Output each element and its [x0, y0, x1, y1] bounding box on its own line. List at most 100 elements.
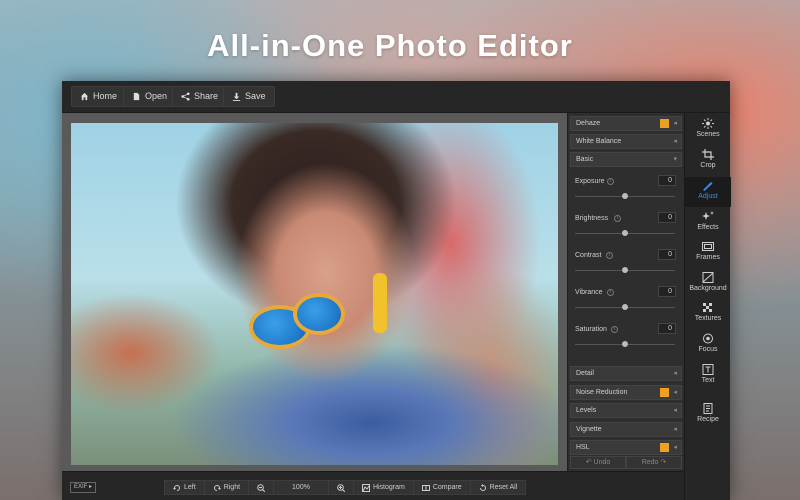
- chevron-icon: ◂: [673, 120, 677, 127]
- zoom-level: 100%: [274, 481, 329, 494]
- chevron-icon: ◂: [673, 370, 677, 377]
- reset-all-button[interactable]: Reset All: [471, 481, 526, 494]
- zoom-in-icon: [337, 483, 345, 492]
- sunglasses-right-lens: [293, 293, 345, 335]
- section-white-balance[interactable]: White Balance ◂: [570, 134, 682, 149]
- crop-icon: [702, 149, 714, 160]
- rotate-left-button[interactable]: Left: [165, 481, 205, 494]
- tool-textures[interactable]: Textures: [685, 299, 731, 329]
- section-detail-label: Detail: [576, 370, 594, 377]
- adjust-panel: Dehaze ◂ White Balance ◂ Basic ▾ Exposur…: [567, 113, 684, 500]
- photo-preview[interactable]: [71, 123, 558, 465]
- premium-badge-icon: [660, 443, 669, 452]
- home-button[interactable]: Home: [71, 86, 127, 107]
- open-button[interactable]: Open: [123, 86, 177, 107]
- tool-background[interactable]: Background: [685, 269, 731, 299]
- reset-all-label: Reset All: [489, 484, 518, 491]
- section-vignette[interactable]: Vignette ◂: [570, 422, 682, 437]
- chevron-icon: ◂: [673, 389, 677, 396]
- undo-button[interactable]: ↶ Undo: [570, 456, 626, 469]
- section-basic-label: Basic: [576, 156, 594, 163]
- tool-focus[interactable]: Focus: [685, 330, 731, 360]
- frames-icon: [702, 241, 714, 252]
- exposure-value[interactable]: 0: [658, 175, 676, 186]
- tool-adjust[interactable]: Adjust: [685, 177, 731, 207]
- exposure-label: Exposure: [575, 178, 605, 185]
- vibrance-control: Vibrance i 0: [570, 286, 682, 323]
- zoom-in-button[interactable]: [329, 481, 354, 494]
- compare-button[interactable]: Compare: [414, 481, 471, 494]
- vibrance-value[interactable]: 0: [658, 286, 676, 297]
- reset-icon: [479, 483, 486, 491]
- saturation-slider-handle[interactable]: [622, 341, 628, 347]
- brightness-slider-handle[interactable]: [622, 230, 628, 236]
- info-icon[interactable]: i: [607, 178, 614, 185]
- exposure-control: Exposure i 0: [570, 175, 682, 212]
- section-levels[interactable]: Levels ◂: [570, 403, 682, 418]
- vibrance-label: Vibrance: [575, 289, 603, 296]
- tool-sidebar: Scenes Crop Adjust Effects Frames Backgr…: [684, 113, 731, 500]
- rotate-left-icon: [173, 484, 180, 491]
- rotate-right-button[interactable]: Right: [205, 481, 250, 494]
- tool-frames[interactable]: Frames: [685, 238, 731, 268]
- section-basic[interactable]: Basic ▾: [570, 152, 682, 167]
- tool-crop-label: Crop: [700, 162, 716, 169]
- exif-button[interactable]: EXIF ▸: [70, 482, 97, 493]
- tool-crop[interactable]: Crop: [685, 146, 731, 176]
- section-dehaze-label: Dehaze: [576, 120, 601, 127]
- zoom-out-button[interactable]: [249, 481, 275, 494]
- tool-recipe[interactable]: Recipe: [685, 400, 731, 430]
- saturation-label: Saturation: [575, 326, 607, 333]
- tool-focus-label: Focus: [698, 346, 718, 353]
- info-icon[interactable]: i: [607, 289, 614, 296]
- section-dehaze[interactable]: Dehaze ◂: [570, 116, 682, 131]
- tool-background-label: Background: [689, 285, 727, 292]
- recipe-icon: [702, 403, 714, 414]
- tool-effects[interactable]: Effects: [685, 208, 731, 238]
- exif-label: EXIF: [74, 484, 88, 490]
- rotate-left-label: Left: [184, 484, 196, 491]
- home-label: Home: [93, 91, 118, 101]
- info-icon[interactable]: i: [606, 252, 613, 259]
- tool-recipe-label: Recipe: [697, 416, 719, 423]
- redo-button[interactable]: Redo ↷: [626, 456, 682, 469]
- tool-adjust-label: Adjust: [698, 193, 718, 200]
- section-noise-reduction[interactable]: Noise Reduction ◂: [570, 385, 682, 400]
- histogram-button[interactable]: Histogram: [354, 481, 414, 494]
- contrast-value[interactable]: 0: [658, 249, 676, 260]
- section-hsl[interactable]: HSL ◂: [570, 440, 682, 455]
- contrast-control: Contrast i 0: [570, 249, 682, 286]
- save-button[interactable]: Save: [223, 86, 275, 107]
- zoom-level-value: 100%: [292, 484, 310, 491]
- tool-text[interactable]: Text: [685, 361, 731, 391]
- view-controls: Left Right 100% Histogram Compare Reset …: [164, 480, 527, 495]
- undo-redo-row: ↶ Undo Redo ↷: [570, 456, 682, 469]
- section-noise-reduction-label: Noise Reduction: [576, 389, 628, 396]
- exposure-slider-handle[interactable]: [622, 193, 628, 199]
- background-icon: [702, 272, 714, 283]
- vibrance-slider-handle[interactable]: [622, 304, 628, 310]
- compare-icon: [421, 484, 430, 491]
- saturation-control: Saturation i 0: [570, 323, 682, 360]
- effects-icon: [702, 211, 714, 222]
- open-label: Open: [145, 91, 168, 101]
- top-toolbar: Home Open Share Save: [62, 81, 730, 113]
- info-icon[interactable]: i: [611, 326, 618, 333]
- text-icon: [702, 364, 714, 375]
- editor-window: Home Open Share Save Dehaze ◂ White Bala…: [62, 81, 731, 500]
- info-icon[interactable]: i: [614, 215, 621, 222]
- share-button[interactable]: Share: [172, 86, 228, 107]
- share-label: Share: [194, 91, 219, 101]
- tool-scenes-label: Scenes: [696, 131, 720, 138]
- saturation-value[interactable]: 0: [658, 323, 676, 334]
- open-icon: [133, 92, 140, 101]
- brightness-value[interactable]: 0: [658, 212, 676, 223]
- share-icon: [181, 92, 190, 101]
- contrast-slider-handle[interactable]: [622, 267, 628, 273]
- section-detail[interactable]: Detail ◂: [570, 366, 682, 381]
- tool-textures-label: Textures: [694, 315, 722, 322]
- canvas-area: [62, 113, 567, 471]
- earring: [373, 273, 387, 333]
- tool-scenes[interactable]: Scenes: [685, 115, 731, 145]
- section-vignette-label: Vignette: [576, 426, 602, 433]
